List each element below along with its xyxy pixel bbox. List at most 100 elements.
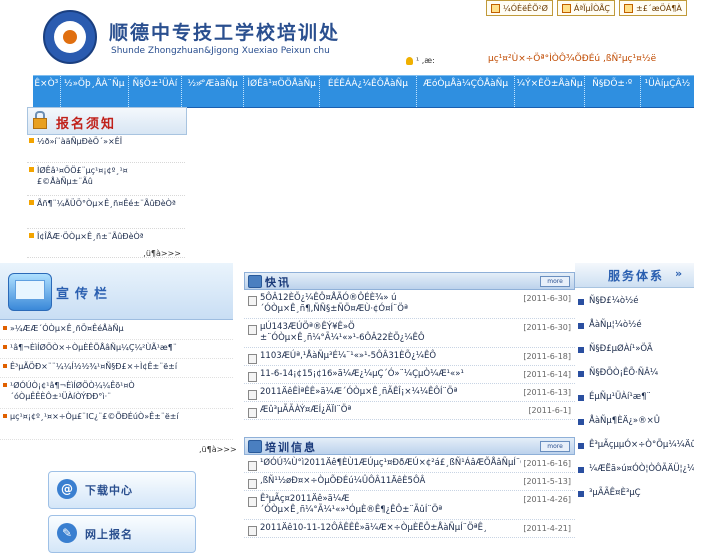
book-icon <box>248 440 262 453</box>
service-item[interactable]: ¼ÆËã»ú¤ÓÒ¦ÒÔÃÄÜ¦¿¼ÊÔ±¨Ãû <box>575 459 694 483</box>
nav-item-4[interactable]: ½»ͨ°ÆàäÑµ <box>182 76 245 107</box>
notice-item[interactable]: ½ð»í¨àäÑµÐèÖ´»×ÊÎ <box>27 134 185 163</box>
document-icon <box>248 372 257 382</box>
news-list: 5ÔÂ12ÈÕ¿¼ÊÔ¤ÅÃÓ®ÔÉÈ¾» ú´ÓÒµ×Ê¸ñ¶,ÑÑ§±ÑÖ¤… <box>244 290 575 420</box>
document-icon <box>248 325 257 335</box>
promo-title: 宣传栏 <box>56 287 114 302</box>
document-icon <box>248 354 257 364</box>
training-row[interactable]: 2011Äê10-11-12ÔÂÊÊÊ»ã¼Æ×÷ÒµÈËÔ±ÅàÑµÍ¨ÖªÊ… <box>244 520 575 538</box>
nav-item-6[interactable]: ÉÉÊÁÀ¿¼ÊÔÅàÑµ <box>320 76 417 107</box>
promo-list: »¼ÆÆ´ÓÒµ×Ê¸ñÖ¤ÊéÅàÑµ ¹â¶¬ÈìÍØÖÒ×÷ÒµÈÊÕÅâ… <box>0 321 233 440</box>
service-item[interactable]: Ñ§ÐÕÒ¡ÊÕ·ÑÂ¼ <box>575 363 694 387</box>
lock-icon <box>32 111 47 129</box>
news-row[interactable]: Æû³µÃÃÀÝ¤ÆÍ¿ÄÏI¨Öª [2011-6-1] <box>244 402 575 420</box>
news-row[interactable]: 5ÔÂ12ÈÕ¿¼ÊÔ¤ÅÃÓ®ÔÉÈ¾» ú´ÓÒµ×Ê¸ñ¶,ÑÑ§±ÑÖ¤… <box>244 290 575 319</box>
promo-more-link[interactable]: ,ü¶à>>> <box>199 445 237 454</box>
download-icon: @ <box>57 479 77 499</box>
document-icon <box>248 408 257 418</box>
square-bullet-icon <box>578 323 584 329</box>
notice-title: 报名须知 <box>56 117 117 132</box>
training-row[interactable]: ,ßÑ¹½øÐ¤×÷ÒµÕÐÉú¼ÛÔÂ11ÄêÈ5ÔÂ [2011-5-13] <box>244 473 575 491</box>
nav-item-5[interactable]: ÌØÊâ¹¤ÖÖÅàÑµ <box>244 76 321 107</box>
bullet-icon <box>29 167 34 172</box>
notice-item[interactable]: ÌØÊâ¹¤ÖÖ£¨µç¹¤¡¢º¸¹¤£©ÅàÑµ±¨Ãû <box>27 163 185 196</box>
site-header: 顺德中专技工学校培训处 Shunde Zhongzhuan&Jigong Xue… <box>33 0 694 75</box>
promo-header: 宣传栏 <box>0 263 233 320</box>
service-item[interactable]: ³µÃÃÊ¤È³µÇ <box>575 483 694 507</box>
training-info-section: 培训信息 more ¹ØÓÚ¾Ù°ì2011Äê¶ÈÙ1ÆÚµç¹¤ÐðÆÚ×¢… <box>244 437 575 545</box>
nav-item-2[interactable]: ½»Õþ¸ÅÀ¨Ñµ <box>61 76 129 107</box>
square-bullet-icon <box>578 299 584 305</box>
scrolling-announcement[interactable]: µç¹¤²Ù×÷Öª°ÌÒÔ¾ÕÐÉú ,ßÑ²µç¹¤½ë <box>488 54 656 64</box>
service-header: 服务体系 » <box>575 263 694 288</box>
computer-icon <box>8 273 52 311</box>
service-item[interactable]: ÅàÑµ¦¼ò½é <box>575 315 694 339</box>
document-icon <box>248 296 257 306</box>
bullet-icon <box>29 233 34 238</box>
promo-item[interactable]: ¹ØÓÚÒ¡¢¹â¶¬ÈìÍØÖÒ¼¼Êõ¹¤Ò ´óÒµÊÊÈÔ±¹ÜÀíÒÝ… <box>0 378 233 409</box>
bullet-icon <box>29 200 34 205</box>
bullet-icon <box>3 345 7 349</box>
bullet-icon <box>3 326 7 330</box>
document-icon <box>248 479 257 489</box>
site-subtitle: Shunde Zhongzhuan&Jigong Xuexiao Peixun … <box>111 46 330 56</box>
training-row[interactable]: Ê³µÃç¤2011Äê»ã¼Æ´ÓÒµ×Ê¸ñ¼°Ã¼¹«»¹ÓµÈ®Ê¶¿Ê… <box>244 491 575 520</box>
save-desktop-link[interactable]: ±£´æÖÁ¶À <box>619 0 687 16</box>
notice-item[interactable]: Ãñ¶¨¼ÄÜÖ°Òµ×Ê¸ñ¤Êé±¨ÃûÐèÒª <box>27 196 185 229</box>
service-list: Ñ§Ð£¼ò½é ÅàÑµ¦¼ò½é Ñ§Ð£µØÀí¹»ÖÃ Ñ§ÐÕÒ¡ÊÕ… <box>575 291 694 507</box>
document-icon <box>248 461 257 471</box>
promo-item[interactable]: ¹â¶¬ÈìÍØÖÒ×÷ÒµÈÊÕÅâÑµ¼Ç¼²ÙÃ¹æ¶¨ <box>0 340 233 359</box>
square-bullet-icon <box>578 395 584 401</box>
favorite-icon <box>491 3 500 13</box>
nav-item-8[interactable]: ¼Ý×ÊÖ±ÅàÑµ <box>515 76 585 107</box>
news-more-button[interactable]: more <box>540 276 570 287</box>
download-center-button[interactable]: @ 下载中心 <box>48 471 196 509</box>
promo-item[interactable]: µç¹¤¡¢º¸¹¤×÷Òµ£¨IC¿¨£©ÕÐÉúÒ»Ê±¨ë±í <box>0 409 233 440</box>
news-flash-section: 快讯 more 5ÔÂ12ÈÕ¿¼ÊÔ¤ÅÃÓ®ÔÉÈ¾» ú´ÓÒµ×Ê¸ñ¶… <box>244 272 575 432</box>
news-row[interactable]: 11-6-14¡¢15¡¢16»ã¼Æ¿¼µÇ´Ó»¨¼ÇµÒ¼Æ¹«»¹ [20… <box>244 366 575 384</box>
main-nav: Ê×Ò³ ½»Õþ¸ÅÀ¨Ñµ Ñ§Ô±¹ÜÀí ½»ͨ°ÆàäÑµ ÌØÊâ¹… <box>33 75 694 108</box>
service-item[interactable]: ÅàÑµ¶ÈÄ¿»®×Û <box>575 411 694 435</box>
training-more-button[interactable]: more <box>540 441 570 452</box>
service-item[interactable]: ÉµÑµ¹ÜÀí¹æ¶¨ <box>575 387 694 411</box>
service-title: 服务体系 <box>608 269 665 283</box>
bullet-icon <box>3 414 7 418</box>
service-item[interactable]: Ñ§Ð£µØÀí¹»ÖÃ <box>575 339 694 363</box>
square-bullet-icon <box>578 443 584 449</box>
service-item[interactable]: Ê³µÃçµµÓ×÷Ò°Õµ¼¼Äû¶¶ÈÉú <box>575 435 694 459</box>
top-links: ¼ÓÈëÊÕ²Ø ÁªÏµÎÒÃÇ ±£´æÖÁ¶À <box>486 0 687 16</box>
page-gutter <box>694 0 727 545</box>
save-icon <box>624 3 634 13</box>
notice-box: 报名须知 ½ð»í¨àäÑµÐèÖ´»×ÊÎ ÌØÊâ¹¤ÖÖ£¨µç¹¤¡¢º… <box>27 107 187 260</box>
bullet-icon <box>29 138 34 143</box>
news-row[interactable]: 2011ÄêÊÌªÊÊ»ã¼Æ´ÓÒµ×Ê¸ñÃÊÎ¡×¼¼ÊÔÍ¨Öª [201… <box>244 384 575 402</box>
news-flash-header: 快讯 more <box>244 272 575 290</box>
training-row[interactable]: ¹ØÓÚ¾Ù°ì2011Äê¶ÈÙ1ÆÚµç¹¤ÐðÆÚ×¢²á£¸ßÑ¹ÁâÆ… <box>244 455 575 473</box>
training-info-header: 培训信息 more <box>244 437 575 455</box>
contact-us-link[interactable]: ÁªÏµÎÒÃÇ <box>556 0 616 16</box>
contact-icon <box>561 3 571 13</box>
nav-home[interactable]: Ê×Ò³ <box>33 76 61 107</box>
notice-more-link[interactable]: ,ü¶à>>> <box>143 249 181 258</box>
nav-item-3[interactable]: Ñ§Ô±¹ÜÀí <box>129 76 182 107</box>
notice-title-bar: 报名须知 <box>27 107 187 135</box>
nav-item-9[interactable]: Ñ§ÐÕ±·º <box>585 76 641 107</box>
online-register-button[interactable]: ✎ 网上报名 <box>48 515 196 553</box>
service-item[interactable]: Ñ§Ð£¼ò½é <box>575 291 694 315</box>
bullet-icon <box>3 364 7 368</box>
square-bullet-icon <box>578 419 584 425</box>
news-row[interactable]: µÚ143ÆÚÖª®ÊÝ¥Ê»Ö ±¨ÓÒµ×Ê¸ñ¼°Ã¼¹«»¹-6ÔÂ22… <box>244 319 575 348</box>
bullet-icon <box>3 383 7 387</box>
promo-item[interactable]: Ê³µÃÖÐ×¨¨¼¼Í½½¾¹¤Ñ§Ð£×÷Ì¢Ê±¨ë±í <box>0 359 233 378</box>
nav-item-7[interactable]: ÆóÒµÅà¼ÇÔÅàÑµ <box>417 76 516 107</box>
header-date: ¹ ,æ: <box>406 56 435 65</box>
square-bullet-icon <box>578 491 584 497</box>
nav-admin-login[interactable]: ¹ÜÀíµÇÂ½ <box>641 76 694 107</box>
site-title: 顺德中专技工学校培训处 <box>109 22 341 44</box>
promo-item[interactable]: »¼ÆÆ´ÓÒµ×Ê¸ñÖ¤ÊéÅàÑµ <box>0 321 233 340</box>
document-icon <box>248 497 257 507</box>
add-favorite-link[interactable]: ¼ÓÈëÊÕ²Ø <box>486 0 553 16</box>
square-bullet-icon <box>578 371 584 377</box>
service-panel: 服务体系 » Ñ§Ð£¼ò½é ÅàÑµ¦¼ò½é Ñ§Ð£µØÀí¹»ÖÃ Ñ… <box>575 263 694 545</box>
news-row[interactable]: 1103ÆÚª,¹ÅàÑµ³É¼¨¹«»¹-5ÔÂ31ÈÕ¿¼ÊÔ [2011-6… <box>244 348 575 366</box>
